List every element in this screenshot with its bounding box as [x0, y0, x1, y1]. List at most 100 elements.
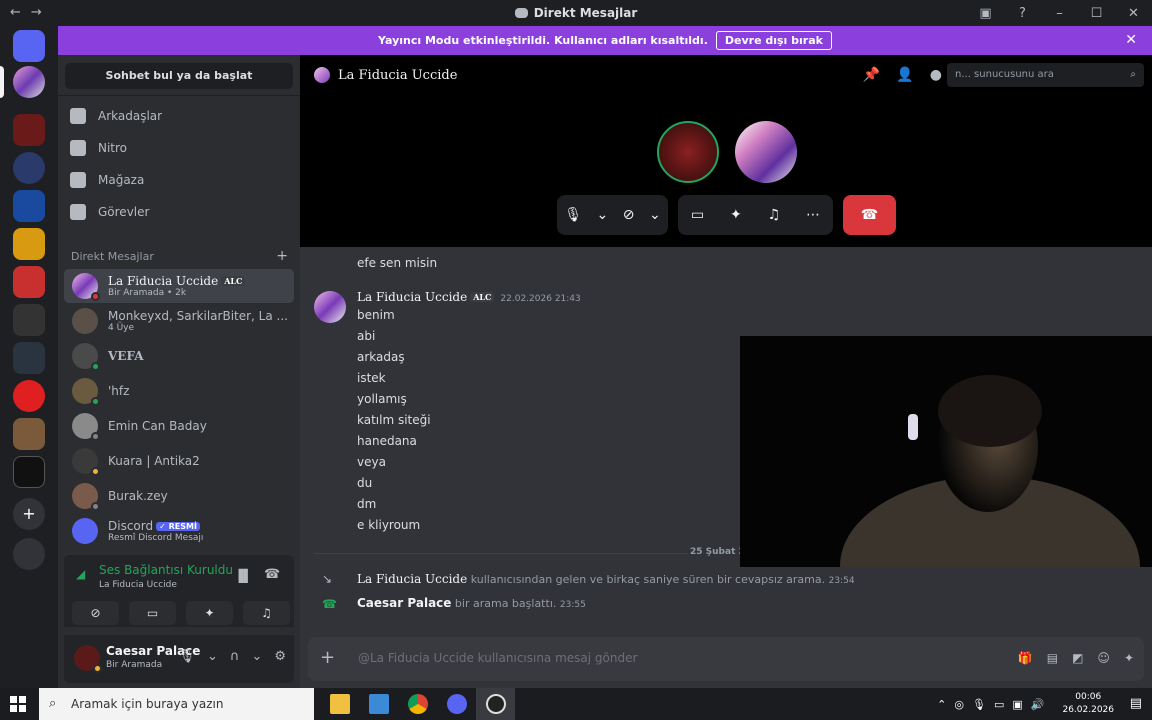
- clock-date: 26.02.2026: [1062, 705, 1114, 715]
- dm-item-emin[interactable]: Emin Can Baday: [64, 409, 294, 443]
- screen-share-button[interactable]: ▭: [129, 601, 176, 625]
- network-icon[interactable]: ▣: [1012, 698, 1022, 711]
- minimize-button[interactable]: –: [1041, 6, 1078, 21]
- title-bar: ← → Direkt Mesajlar ▣ ? – ☐ ✕: [0, 0, 1152, 26]
- hang-up-button[interactable]: ☎: [843, 195, 896, 235]
- message-composer[interactable]: + @La Fiducia Uccide kullanıcısına mesaj…: [308, 637, 1144, 681]
- volume-icon[interactable]: 🔊: [1031, 698, 1045, 711]
- soundboard-icon[interactable]: ♫: [768, 207, 781, 223]
- camera-off-button[interactable]: ⊘: [72, 601, 119, 625]
- server-icon[interactable]: [13, 342, 45, 374]
- channel-name[interactable]: La Fiducia Uccide: [338, 68, 457, 83]
- find-conversation-button[interactable]: Sohbet bul ya da başlat: [65, 63, 293, 89]
- dm-item-la-fiducia[interactable]: La Fiducia Uccide ALC Bir Aramada • 2k: [64, 269, 294, 303]
- dm-item-vefa[interactable]: VEFA: [64, 339, 294, 373]
- nav-quests[interactable]: Görevler: [70, 198, 149, 226]
- system-message: Caesar Palace bir arama başlattı. 23:55: [357, 596, 586, 610]
- disable-streamer-mode-button[interactable]: Devre dışı bırak: [715, 31, 832, 50]
- disconnect-icon[interactable]: ☎: [264, 567, 280, 582]
- server-icon[interactable]: [13, 266, 45, 298]
- activities-button[interactable]: ✦: [186, 601, 233, 625]
- apps-icon[interactable]: ✦: [1124, 651, 1134, 665]
- chevron-down-icon[interactable]: ⌄: [597, 207, 609, 223]
- sticker-icon[interactable]: ◩: [1072, 651, 1083, 665]
- server-icon[interactable]: [13, 152, 45, 184]
- server-icon[interactable]: [13, 190, 45, 222]
- webcam-video[interactable]: [740, 336, 1152, 567]
- inbox-icon[interactable]: ▣: [967, 6, 1004, 21]
- usb-icon[interactable]: ▭: [994, 698, 1004, 711]
- nav-friends[interactable]: Arkadaşlar: [70, 102, 162, 130]
- server-icon[interactable]: [13, 418, 45, 450]
- search-input[interactable]: n... sunucusunu ara ⌕: [947, 63, 1144, 87]
- taskbar-search[interactable]: ⌕ Aramak için buraya yazın: [39, 688, 314, 720]
- screen-share-icon[interactable]: ▭: [691, 207, 704, 223]
- upload-icon[interactable]: +: [320, 647, 335, 668]
- chevron-down-icon[interactable]: ⌄: [207, 649, 218, 664]
- add-server-icon[interactable]: +: [13, 498, 45, 530]
- message-avatar[interactable]: [314, 291, 346, 323]
- system-author[interactable]: Caesar Palace: [357, 596, 451, 610]
- activities-icon[interactable]: ✦: [730, 207, 742, 223]
- system-time: 23:55: [559, 600, 586, 610]
- gear-icon[interactable]: ⚙: [274, 649, 286, 664]
- help-icon[interactable]: ?: [1004, 6, 1041, 21]
- app-icon[interactable]: [359, 688, 398, 720]
- clock[interactable]: 00:06 26.02.2026: [1062, 691, 1114, 717]
- server-icon[interactable]: [13, 304, 45, 336]
- file-explorer-icon[interactable]: [320, 688, 359, 720]
- dm-item-group[interactable]: Monkeyxd, SarkilarBiter, La ... 4 Üye: [64, 304, 294, 338]
- nav-shop[interactable]: Mağaza: [70, 166, 144, 194]
- server-icon[interactable]: [13, 114, 45, 146]
- chevron-down-icon[interactable]: ⌄: [251, 649, 262, 664]
- microphone-icon[interactable]: 🎙: [564, 207, 582, 223]
- microphone-icon[interactable]: 🎙: [972, 698, 986, 711]
- dm-item-discord[interactable]: Discord ✓ RESMİ Resmî Discord Mesajı: [64, 514, 294, 548]
- author-name[interactable]: La Fiducia Uccide: [357, 290, 467, 304]
- message-text: hanedana: [357, 434, 417, 448]
- obs-icon[interactable]: [476, 688, 515, 720]
- chrome-icon[interactable]: [398, 688, 437, 720]
- pin-icon[interactable]: 📌: [863, 67, 880, 83]
- dm-avatar-shortcut[interactable]: [13, 66, 45, 98]
- close-banner-icon[interactable]: ✕: [1125, 32, 1137, 48]
- tray-app-icon[interactable]: ◎: [954, 698, 964, 711]
- voice-status[interactable]: Ses Bağlantısı Kuruldu: [99, 563, 233, 577]
- windows-start-icon[interactable]: [10, 696, 26, 712]
- dm-item-kuara[interactable]: Kuara | Antika2: [64, 444, 294, 478]
- add-friend-icon[interactable]: 👤: [896, 67, 913, 83]
- discord-icon[interactable]: [437, 688, 476, 720]
- more-icon[interactable]: ⋯: [806, 207, 820, 223]
- chevron-up-icon[interactable]: ⌃: [937, 698, 946, 711]
- discover-icon[interactable]: [13, 538, 45, 570]
- gif-icon[interactable]: ▤: [1047, 651, 1058, 665]
- gift-icon[interactable]: 🎁: [1018, 651, 1033, 665]
- profile-icon[interactable]: ●: [930, 67, 942, 83]
- camera-off-icon[interactable]: ⊘: [623, 207, 635, 223]
- system-author[interactable]: La Fiducia Uccide: [357, 572, 467, 586]
- user-avatar[interactable]: [74, 645, 102, 673]
- microphone-icon[interactable]: 🎙: [179, 649, 196, 664]
- selected-pill: [0, 66, 4, 98]
- official-badge: ✓ RESMİ: [156, 522, 200, 531]
- headphones-icon[interactable]: ∩: [230, 649, 240, 664]
- server-icon[interactable]: [13, 380, 45, 412]
- maximize-button[interactable]: ☐: [1078, 6, 1115, 21]
- server-icon[interactable]: [13, 456, 45, 488]
- dm-subtext: Bir Aramada • 2k: [108, 288, 187, 298]
- emoji-icon[interactable]: ☺: [1097, 651, 1110, 665]
- nav-label: Mağaza: [98, 173, 145, 187]
- create-dm-icon[interactable]: +: [276, 248, 288, 264]
- server-icon[interactable]: [13, 228, 45, 260]
- participant-avatar[interactable]: [735, 121, 797, 183]
- close-window-button[interactable]: ✕: [1115, 6, 1152, 21]
- participant-avatar[interactable]: [657, 121, 719, 183]
- soundboard-button[interactable]: ♫: [243, 601, 290, 625]
- noise-suppression-icon[interactable]: ▐▌: [234, 569, 252, 583]
- dm-item-hfz[interactable]: 'hfz: [64, 374, 294, 408]
- dm-item-burak[interactable]: Burak.zey: [64, 479, 294, 513]
- home-button[interactable]: [13, 30, 45, 62]
- nav-nitro[interactable]: Nitro: [70, 134, 127, 162]
- chevron-down-icon[interactable]: ⌄: [649, 207, 661, 223]
- notification-icon[interactable]: ▤: [1130, 696, 1142, 711]
